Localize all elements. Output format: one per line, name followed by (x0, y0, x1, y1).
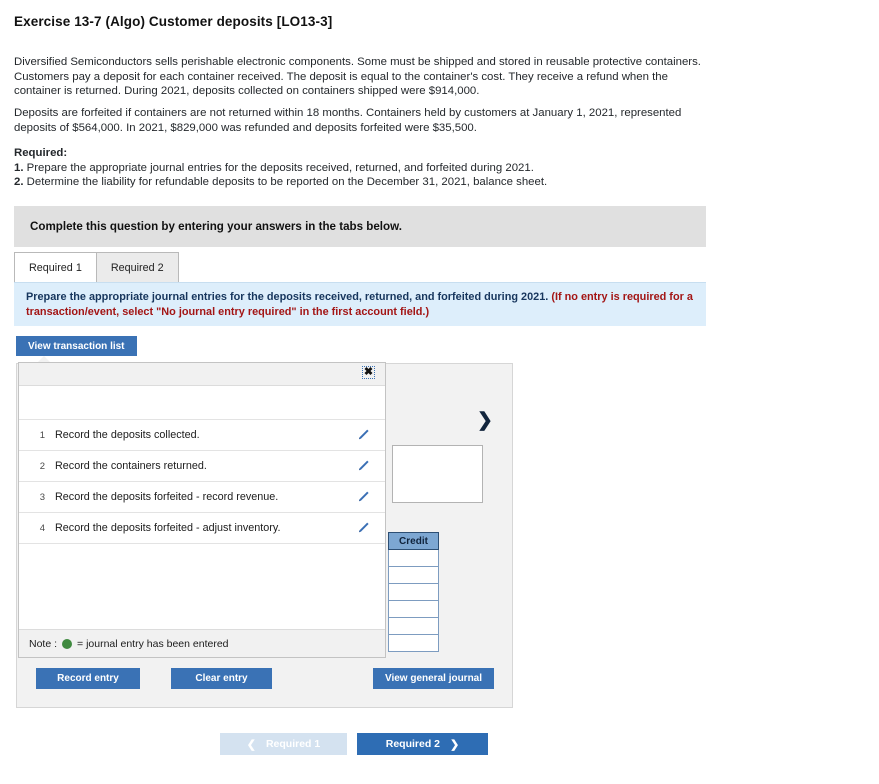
tab-required-2[interactable]: Required 2 (95, 252, 179, 282)
required-item-2-number: 2. (14, 176, 24, 189)
transaction-row[interactable]: 4 Record the deposits forfeited - adjust… (19, 512, 385, 543)
nav-next-required-2-button[interactable]: Required 2 ❯ (357, 733, 488, 755)
view-general-journal-button[interactable]: View general journal (373, 668, 494, 689)
required-item-2: 2. Determine the liability for refundabl… (14, 175, 704, 190)
transaction-row-number: 1 (39, 429, 45, 441)
transaction-row-number: 4 (39, 522, 45, 534)
instruction-banner: Prepare the appropriate journal entries … (14, 282, 706, 326)
page-title: Exercise 13-7 (Algo) Customer deposits [… (14, 14, 333, 29)
nav-prev-required-1-button[interactable]: ❮ Required 1 (220, 733, 347, 755)
chevron-right-icon[interactable]: ❯ (477, 411, 493, 430)
required-block: Required: 1. Prepare the appropriate jou… (14, 146, 704, 190)
problem-paragraph-2: Deposits are forfeited if containers are… (14, 107, 682, 134)
edit-pencil-icon[interactable] (341, 521, 385, 535)
credit-input-cell[interactable] (388, 550, 439, 567)
transaction-row-number: 2 (39, 460, 45, 472)
note-prefix: Note : (29, 637, 58, 650)
transaction-row-number: 3 (39, 491, 45, 503)
credit-column: Credit (388, 532, 439, 652)
note-text: = journal entry has been entered (77, 637, 229, 650)
transaction-list-popup-header: ✖ (19, 363, 385, 386)
transaction-row-label: Record the deposits collected. (55, 429, 200, 441)
nav-prev-label: Required 1 (265, 738, 321, 750)
transaction-row-label: Record the deposits forfeited - adjust i… (55, 522, 281, 534)
edit-pencil-icon[interactable] (341, 428, 385, 442)
required-item-1-number: 1. (14, 161, 24, 174)
credit-column-header: Credit (388, 532, 439, 550)
required-heading: Required: (14, 147, 68, 159)
transaction-row[interactable]: 3 Record the deposits forfeited - record… (19, 481, 385, 512)
transaction-list-note: Note : = journal entry has been entered (19, 629, 385, 657)
credit-input-cell[interactable] (388, 567, 439, 584)
exercise-page: Exercise 13-7 (Algo) Customer deposits [… (0, 0, 879, 784)
credit-input-cell[interactable] (388, 635, 439, 652)
transaction-row[interactable]: 2 Record the containers returned. (19, 450, 385, 481)
account-field-box[interactable] (392, 445, 483, 503)
green-dot-icon (62, 638, 73, 649)
requirement-tabs: Required 1 Required 2 (14, 252, 179, 282)
edit-pencil-icon[interactable] (341, 490, 385, 504)
nav-next-label: Required 2 (385, 738, 441, 750)
problem-paragraph-1: Diversified Semiconductors sells perisha… (14, 56, 701, 98)
transaction-row-label: Record the containers returned. (55, 460, 207, 472)
required-item-1: 1. Prepare the appropriate journal entri… (14, 161, 704, 176)
required-item-1-text: Prepare the appropriate journal entries … (23, 161, 534, 174)
edit-pencil-icon[interactable] (341, 459, 385, 473)
credit-input-cell[interactable] (388, 601, 439, 618)
transaction-list-spacer (19, 386, 385, 419)
clear-entry-button[interactable]: Clear entry (171, 668, 272, 689)
instruction-text: Prepare the appropriate journal entries … (26, 290, 694, 319)
chevron-right-icon: ❯ (450, 738, 460, 751)
transaction-row-label: Record the deposits forfeited - record r… (55, 491, 279, 503)
required-item-2-text: Determine the liability for refundable d… (23, 176, 548, 189)
transaction-row[interactable]: 1 Record the deposits collected. (19, 419, 385, 450)
close-icon[interactable]: ✖ (362, 366, 375, 379)
credit-input-cell[interactable] (388, 618, 439, 635)
complete-question-banner: Complete this question by entering your … (14, 206, 706, 247)
tab-required-1[interactable]: Required 1 (14, 252, 97, 282)
complete-question-text: Complete this question by entering your … (30, 220, 402, 233)
view-transaction-list-button[interactable]: View transaction list (16, 336, 137, 356)
transaction-list-popup: ✖ 1 Record the deposits collected. 2 Rec… (18, 362, 386, 658)
chevron-left-icon: ❮ (246, 738, 256, 751)
record-entry-button[interactable]: Record entry (36, 668, 140, 689)
instruction-main: Prepare the appropriate journal entries … (26, 291, 552, 303)
credit-input-cell[interactable] (388, 584, 439, 601)
